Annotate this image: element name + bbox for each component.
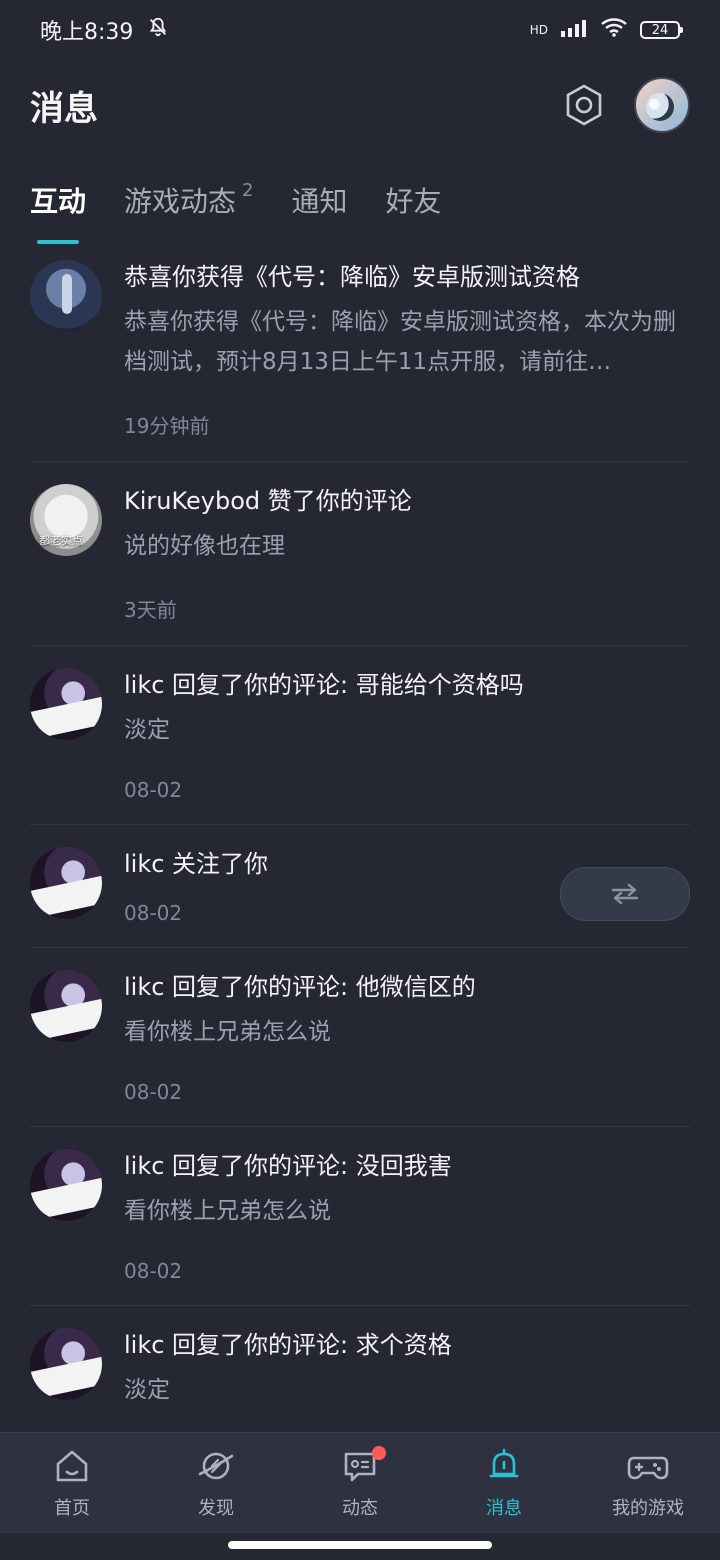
- user-avatar[interactable]: [634, 77, 690, 133]
- list-item[interactable]: 恭喜你获得《代号：降临》安卓版测试资格 恭喜你获得《代号：降临》安卓版测试资格，…: [30, 240, 690, 462]
- gamepad-icon: [627, 1456, 669, 1480]
- wifi-icon: [600, 17, 628, 43]
- item-time: 3天前: [124, 598, 177, 622]
- hd-network-label: HD: [529, 23, 548, 37]
- list-item[interactable]: likc 回复了你的评论: 求个资格 淡定: [30, 1306, 690, 1430]
- item-subtitle: 看你楼上兄弟怎么说: [124, 1019, 331, 1045]
- bell-icon: [489, 1448, 519, 1478]
- item-title: likc 回复了你的评论: 求个资格: [124, 1331, 452, 1359]
- home-indicator[interactable]: [228, 1541, 492, 1549]
- swap-arrows-icon: [611, 883, 639, 905]
- avatar: [30, 970, 102, 1042]
- bottom-nav: 首页 发现 动态 消息 我的游戏: [0, 1432, 720, 1533]
- item-title: likc 回复了你的评论: 他微信区的: [124, 973, 476, 1001]
- status-time: 晚上8:39: [40, 20, 134, 45]
- nav-discover[interactable]: 发现: [146, 1446, 286, 1520]
- item-subtitle: 恭喜你获得《代号：降临》安卓版测试资格，本次为删档测试，预计8月13日上午11点…: [124, 309, 676, 375]
- tabs: 互动 游戏动态 2 通知 好友: [0, 160, 720, 244]
- tab-interaction[interactable]: 互动: [30, 180, 87, 244]
- avatar: [30, 847, 102, 919]
- planet-icon: [198, 1452, 234, 1480]
- tab-game-updates[interactable]: 游戏动态 2: [124, 180, 253, 220]
- tab-friends[interactable]: 好友: [386, 180, 442, 220]
- bell-off-icon: [147, 16, 169, 44]
- header: 消息: [0, 60, 720, 150]
- item-title: likc 回复了你的评论: 没回我害: [124, 1152, 452, 1180]
- item-subtitle: 说的好像也在理: [124, 533, 285, 559]
- tab-interaction-label: 互动: [30, 185, 87, 218]
- nav-feed-label: 动态: [342, 1498, 378, 1519]
- item-time: 08-02: [124, 1259, 183, 1283]
- avatar: 都老实点: [30, 484, 102, 556]
- nav-home[interactable]: 首页: [2, 1446, 142, 1520]
- tab-notifications-label: 通知: [291, 185, 348, 218]
- notification-dot: [372, 1446, 386, 1460]
- nav-home-label: 首页: [54, 1498, 90, 1519]
- nav-feed[interactable]: 动态: [290, 1446, 430, 1520]
- item-subtitle: 看你楼上兄弟怎么说: [124, 1198, 331, 1224]
- home-icon: [56, 1450, 88, 1482]
- tab-game-updates-badge: 2: [242, 180, 254, 201]
- item-title: likc 回复了你的评论: 哥能给个资格吗: [124, 671, 524, 699]
- item-subtitle: 淡定: [124, 1377, 170, 1403]
- item-subtitle: 淡定: [124, 717, 170, 743]
- signal-icon: [560, 18, 588, 43]
- list-item[interactable]: likc 关注了你 08-02: [30, 825, 690, 948]
- tab-game-updates-label: 游戏动态: [124, 185, 237, 218]
- battery-icon: 24: [640, 21, 683, 39]
- item-title: 恭喜你获得《代号：降临》安卓版测试资格: [124, 263, 580, 291]
- status-bar: 晚上8:39 HD 24: [0, 0, 720, 60]
- nav-messages-label: 消息: [486, 1498, 522, 1519]
- avatar: [30, 1149, 102, 1221]
- avatar-caption: 都老实点: [39, 534, 83, 547]
- item-time: 08-02: [124, 778, 183, 802]
- avatar: [30, 260, 102, 332]
- nav-my-games-label: 我的游戏: [612, 1498, 684, 1519]
- tab-friends-label: 好友: [385, 185, 442, 218]
- settings-button[interactable]: [562, 83, 606, 127]
- avatar: [30, 668, 102, 740]
- list-item[interactable]: likc 回复了你的评论: 没回我害 看你楼上兄弟怎么说 08-02: [30, 1127, 690, 1306]
- settings-hex-icon: [566, 84, 602, 126]
- message-list: 恭喜你获得《代号：降临》安卓版测试资格 恭喜你获得《代号：降临》安卓版测试资格，…: [0, 240, 720, 1430]
- list-item[interactable]: likc 回复了你的评论: 他微信区的 看你楼上兄弟怎么说 08-02: [30, 948, 690, 1127]
- nav-my-games[interactable]: 我的游戏: [578, 1446, 718, 1520]
- nav-discover-label: 发现: [198, 1498, 234, 1519]
- list-item[interactable]: likc 回复了你的评论: 哥能给个资格吗 淡定 08-02: [30, 646, 690, 825]
- avatar: [30, 1328, 102, 1400]
- page-title: 消息: [30, 88, 98, 129]
- messages-screen: 晚上8:39 HD 24 消息 互动 游戏动态 2 通知 好友 恭喜你获得《代号…: [0, 0, 720, 1560]
- list-item[interactable]: 都老实点 KiruKeybod 赞了你的评论 说的好像也在理 3天前: [30, 462, 690, 646]
- battery-level: 24: [651, 22, 669, 38]
- item-title: KiruKeybod 赞了你的评论: [124, 487, 412, 515]
- item-time: 08-02: [124, 1080, 183, 1104]
- follow-back-button[interactable]: [560, 867, 690, 921]
- tab-notifications[interactable]: 通知: [291, 180, 347, 220]
- item-time: 19分钟前: [124, 414, 210, 438]
- nav-messages[interactable]: 消息: [434, 1446, 574, 1520]
